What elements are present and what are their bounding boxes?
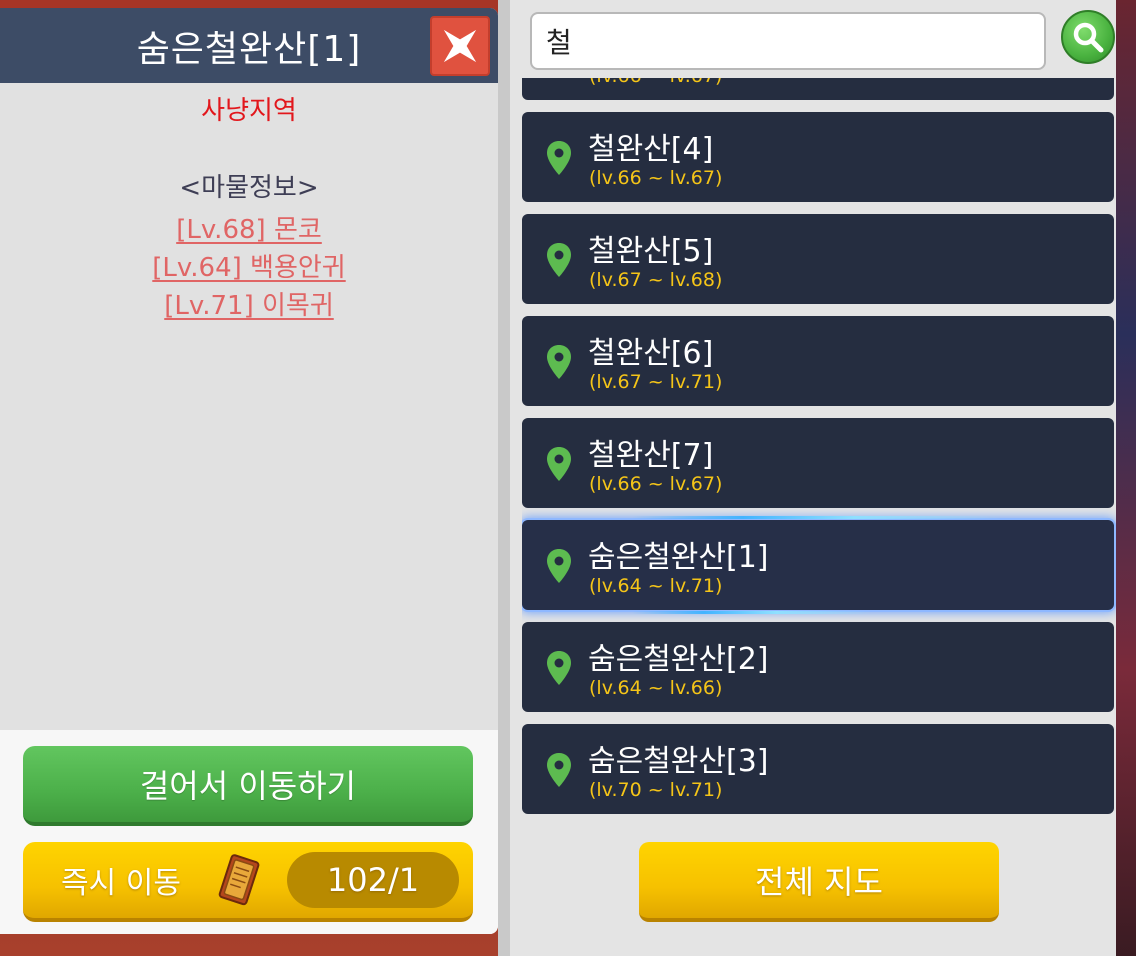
location-list-item[interactable]: 숨은철완산[3] (lv.70 ~ lv.71) [522, 724, 1114, 814]
detail-title: 숨은철완산[1] [136, 28, 362, 70]
location-pin-icon [547, 753, 571, 787]
monster-info-heading: <마물정보> [179, 173, 319, 203]
location-list[interactable]: (lv.66 ~ lv.67)철완산[4](lv.66 ~ lv.67)철완산[… [522, 78, 1116, 823]
monster-link[interactable]: [Lv.71] 이목귀 [0, 287, 498, 325]
close-button[interactable] [430, 16, 490, 76]
close-icon [443, 29, 477, 63]
search-button[interactable] [1061, 10, 1115, 64]
location-list-item[interactable]: 철완산[4] (lv.66 ~ lv.67) [522, 112, 1114, 202]
region-type-label: 사냥지역 [201, 96, 297, 126]
location-level-range: (lv.66 ~ lv.67) [589, 78, 722, 87]
location-pin-icon [547, 141, 571, 175]
location-pin-icon [547, 447, 571, 481]
location-name: 철완산[6] [588, 336, 714, 371]
location-list-item[interactable]: 철완산[6] (lv.67 ~ lv.71) [522, 316, 1114, 406]
detail-header: 숨은철완산[1] [0, 8, 498, 83]
walk-move-button[interactable]: 걸어서 이동하기 [23, 746, 473, 826]
location-name: 숨은철완산[3] [588, 744, 769, 779]
instant-move-label: 즉시 이동 [61, 866, 181, 901]
location-pin-icon [547, 549, 571, 583]
location-name: 철완산[7] [588, 438, 714, 473]
detail-actions: 걸어서 이동하기 즉시 이동 102/1 [0, 730, 498, 934]
location-name: 철완산[4] [588, 132, 714, 167]
detail-body: 사냥지역 <마물정보> [Lv.68] 몬코 [Lv.64] 백용안귀 [Lv.… [0, 83, 498, 325]
location-level-range: (lv.64 ~ lv.66) [589, 677, 723, 699]
location-pin-icon [547, 345, 571, 379]
location-level-range: (lv.64 ~ lv.71) [589, 575, 723, 597]
full-map-button[interactable]: 전체 지도 [639, 842, 999, 922]
location-name: 숨은철완산[2] [588, 642, 769, 677]
location-list-item[interactable]: 철완산[5] (lv.67 ~ lv.68) [522, 214, 1114, 304]
location-level-range: (lv.70 ~ lv.71) [589, 779, 723, 801]
location-list-item[interactable]: 숨은철완산[1] (lv.64 ~ lv.71) [522, 516, 1114, 614]
instant-move-button[interactable]: 즉시 이동 102/1 [23, 842, 473, 922]
location-list-track: (lv.66 ~ lv.67)철완산[4](lv.66 ~ lv.67)철완산[… [522, 78, 1116, 823]
location-name: 철완산[5] [588, 234, 714, 269]
location-list-panel: (lv.66 ~ lv.67)철완산[4](lv.66 ~ lv.67)철완산[… [510, 0, 1116, 956]
location-pin-icon [547, 651, 571, 685]
location-level-range: (lv.67 ~ lv.71) [589, 371, 723, 393]
monster-list: [Lv.68] 몬코 [Lv.64] 백용안귀 [Lv.71] 이목귀 [0, 211, 498, 325]
location-detail-panel: 숨은철완산[1] 사냥지역 <마물정보> [Lv.68] 몬코 [Lv.64] … [0, 8, 498, 934]
teleport-item-count: 102/1 [287, 852, 459, 908]
location-level-range: (lv.66 ~ lv.67) [589, 473, 723, 495]
background-right [1116, 0, 1136, 956]
search-input[interactable] [546, 24, 1026, 58]
monster-link[interactable]: [Lv.64] 백용안귀 [0, 249, 498, 287]
location-list-item[interactable]: 철완산[7] (lv.66 ~ lv.67) [522, 418, 1114, 508]
teleport-scroll-icon [218, 854, 260, 906]
search-icon [1073, 22, 1104, 53]
panel-separator [498, 0, 510, 956]
location-list-item[interactable]: (lv.66 ~ lv.67) [522, 78, 1114, 100]
search-box [530, 12, 1046, 70]
monster-link[interactable]: [Lv.68] 몬코 [0, 211, 498, 249]
location-list-item[interactable]: 숨은철완산[2] (lv.64 ~ lv.66) [522, 622, 1114, 712]
location-name: 숨은철완산[1] [588, 540, 769, 575]
location-pin-icon [547, 243, 571, 277]
location-level-range: (lv.67 ~ lv.68) [589, 269, 723, 291]
location-level-range: (lv.66 ~ lv.67) [589, 167, 723, 189]
